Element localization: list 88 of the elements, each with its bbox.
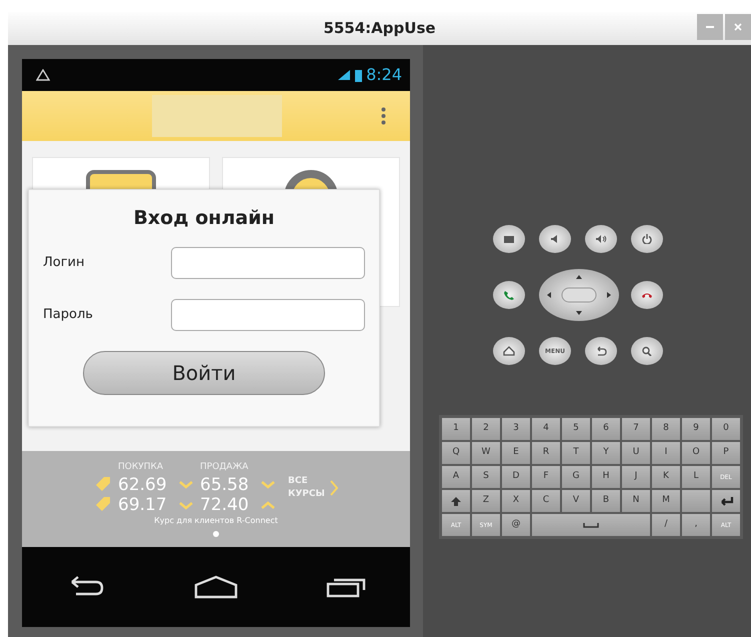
keyboard-key[interactable]: / (652, 514, 680, 536)
keyboard-key[interactable]: A (442, 466, 470, 488)
back-icon (595, 346, 607, 356)
call-button[interactable] (493, 281, 525, 309)
keyboard-key[interactable]: 5 (562, 418, 590, 440)
shift-icon (450, 496, 462, 506)
keyboard-key[interactable]: Z (472, 490, 500, 512)
keyboard-key[interactable]: P (712, 442, 740, 464)
back-button[interactable] (585, 337, 617, 365)
keyboard-key[interactable]: H (592, 466, 620, 488)
keyboard-key[interactable]: 4 (532, 418, 560, 440)
keyboard-key[interactable]: E (502, 442, 530, 464)
speaker-icon (595, 234, 607, 244)
field-label: Логин (43, 254, 85, 272)
home-button[interactable] (493, 337, 525, 365)
login-button[interactable]: Войти (83, 350, 325, 394)
rates-note: Курс для клиентов R-Connect (154, 515, 278, 528)
power-icon (641, 234, 653, 244)
tag-icon (94, 474, 112, 490)
keyboard-key[interactable]: 3 (502, 418, 530, 440)
keyboard-key[interactable]: Q (442, 442, 470, 464)
camera-icon (503, 234, 515, 244)
phone-icon (503, 290, 515, 300)
home-icon (503, 346, 515, 356)
battery-icon (355, 68, 362, 82)
keyboard-key[interactable]: L (682, 466, 710, 488)
power-button[interactable] (631, 225, 663, 253)
search-button[interactable] (631, 337, 663, 365)
keyboard-key[interactable]: G (562, 466, 590, 488)
keyboard-key[interactable]: 9 (682, 418, 710, 440)
volume-up-button[interactable] (585, 225, 617, 253)
field-label: Пароль (43, 306, 93, 324)
status-time: 8:24 (366, 64, 402, 86)
keyboard-key[interactable]: 2 (472, 418, 500, 440)
column-header: ПРОДАЖА (200, 461, 250, 474)
rate-value: 69.17 (118, 494, 168, 516)
keyboard-key[interactable]: N (622, 490, 650, 512)
keyboard-key[interactable]: R (532, 442, 560, 464)
window-title: 5554:AppUse (323, 18, 436, 40)
keyboard-key[interactable]: I (652, 442, 680, 464)
keyboard-key[interactable]: 8 (652, 418, 680, 440)
keyboard-key[interactable]: 6 (592, 418, 620, 440)
rate-value: 65.58 (200, 474, 250, 495)
keyboard-key[interactable]: O (682, 442, 710, 464)
keyboard-key[interactable]: W (472, 442, 500, 464)
camera-button[interactable] (493, 225, 525, 253)
chevron-right-icon (330, 480, 338, 496)
shift-key[interactable] (442, 490, 470, 512)
keyboard-key[interactable]: J (622, 466, 650, 488)
minimize-icon (706, 26, 714, 28)
input-field[interactable] (171, 298, 365, 330)
page-dot[interactable] (213, 531, 219, 538)
end-call-button[interactable] (631, 281, 663, 309)
tag-icon (94, 494, 112, 511)
keyboard-key[interactable]: @ (502, 514, 530, 536)
volume-down-button[interactable] (539, 225, 571, 253)
keyboard-key[interactable]: U (622, 442, 650, 464)
keyboard-key[interactable]: B (592, 490, 620, 512)
recent-apps-icon[interactable] (326, 576, 366, 598)
keyboard-key[interactable]: M (652, 490, 680, 512)
keyboard-key[interactable]: 0 (712, 418, 740, 440)
keyboard-key[interactable]: T (562, 442, 590, 464)
keyboard-key[interactable]: Y (592, 442, 620, 464)
app-icon (86, 170, 156, 190)
input-field[interactable] (171, 246, 365, 278)
enter-key[interactable] (712, 490, 740, 512)
close-icon (734, 23, 742, 31)
keyboard-key[interactable]: D (502, 466, 530, 488)
space-icon (583, 522, 599, 528)
keyboard-key[interactable]: F (532, 466, 560, 488)
rate-value: 62.69 (118, 474, 168, 495)
enter-icon (718, 496, 734, 506)
overflow-menu-icon[interactable] (381, 107, 386, 125)
keyboard-key[interactable]: C (532, 490, 560, 512)
rate-value: 72.40 (200, 494, 250, 516)
home-icon[interactable] (194, 575, 238, 599)
search-icon (641, 346, 653, 356)
column-header: ПОКУПКА (118, 461, 164, 474)
keyboard-key[interactable]: V (562, 490, 590, 512)
warning-icon (36, 69, 50, 81)
keyboard-key[interactable]: X (502, 490, 530, 512)
keyboard-key[interactable]: S (472, 466, 500, 488)
keyboard-key[interactable]: , (682, 514, 710, 536)
signal-icon (337, 69, 352, 81)
keyboard-key[interactable]: K (652, 466, 680, 488)
keyboard-key[interactable]: 7 (622, 418, 650, 440)
keyboard-key[interactable]: 1 (442, 418, 470, 440)
dialog-title: Вход онлайн (132, 206, 276, 231)
